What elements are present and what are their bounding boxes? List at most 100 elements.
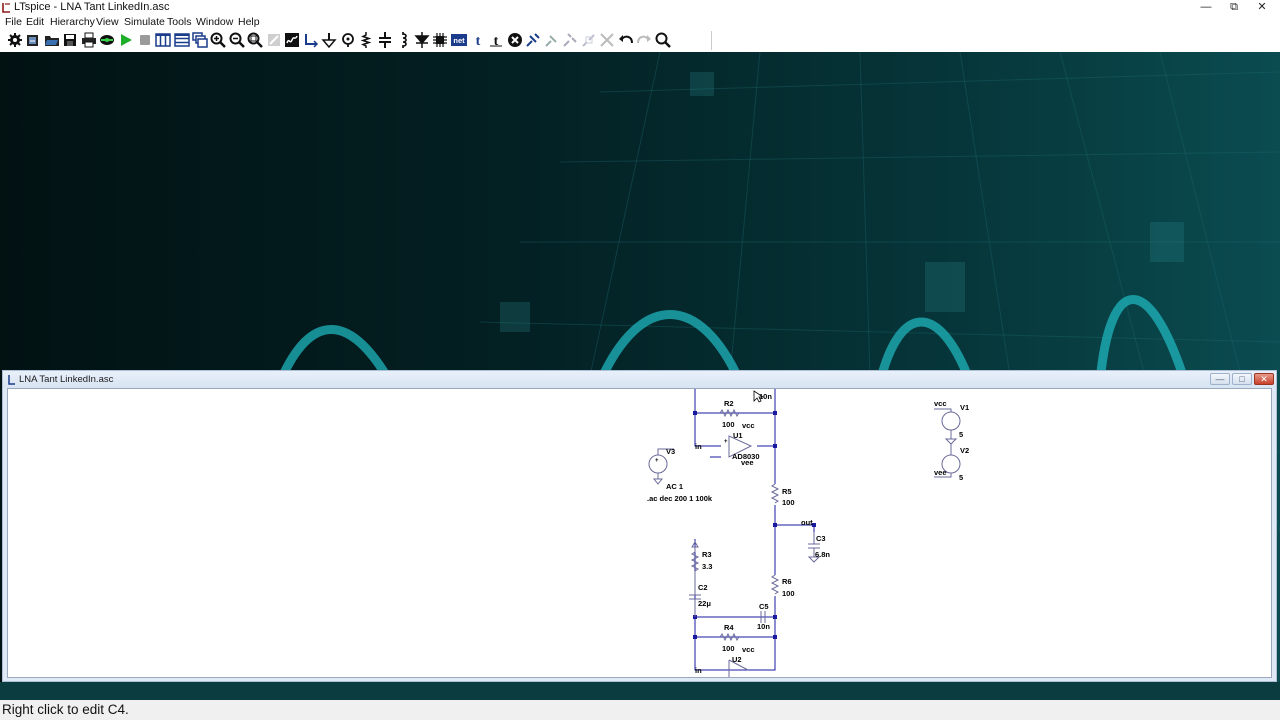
diode-icon[interactable] xyxy=(414,32,430,48)
value-r5[interactable]: 100 xyxy=(782,498,795,507)
autorange-icon[interactable] xyxy=(266,32,282,48)
menu-edit[interactable]: Edit xyxy=(26,16,44,28)
label-r2[interactable]: R2 xyxy=(724,399,734,408)
redo-icon[interactable] xyxy=(636,32,652,48)
capacitor-icon[interactable] xyxy=(377,32,393,48)
net-label-vcc-supply[interactable]: vcc xyxy=(934,399,947,408)
value-v3[interactable]: AC 1 xyxy=(666,482,683,491)
value-c3[interactable]: 6.8n xyxy=(815,550,830,559)
label-r3[interactable]: R3 xyxy=(702,550,712,559)
zoom-out-icon[interactable] xyxy=(229,32,245,48)
ground-icon[interactable] xyxy=(321,32,337,48)
rotate-icon[interactable] xyxy=(562,32,578,48)
component-icon[interactable] xyxy=(432,32,448,48)
value-c5[interactable]: 10n xyxy=(757,622,770,631)
zoom-fit-icon[interactable] xyxy=(247,32,263,48)
drag-icon[interactable] xyxy=(544,32,560,48)
schematic-canvas[interactable]: + + R2 100 vcc U1 in AD8030 vee V3 AC 1 … xyxy=(7,388,1272,678)
net-label-out[interactable]: out xyxy=(801,518,813,527)
label-v2[interactable]: V2 xyxy=(960,446,969,455)
menu-hierarchy[interactable]: Hierarchy xyxy=(50,16,95,28)
resistor-r5[interactable] xyxy=(770,483,780,504)
menu-view[interactable]: View xyxy=(96,16,119,28)
close-button[interactable]: ✕ xyxy=(1248,0,1276,15)
menu-file[interactable]: File xyxy=(5,16,22,28)
control-panel-icon[interactable] xyxy=(7,32,23,48)
cascade-icon[interactable] xyxy=(192,32,208,48)
find-icon[interactable] xyxy=(655,32,671,48)
status-text: Right click to edit C4. xyxy=(2,702,129,717)
restore-button[interactable]: ⧉ xyxy=(1220,0,1248,15)
label-v3[interactable]: V3 xyxy=(666,447,675,456)
menu-help[interactable]: Help xyxy=(238,16,260,28)
net-name-icon[interactable]: net xyxy=(451,32,467,48)
spice-directive-ac[interactable]: .ac dec 200 1 100k xyxy=(647,494,713,503)
mirror-icon[interactable] xyxy=(581,32,597,48)
wire-icon[interactable] xyxy=(303,32,319,48)
net-label-vcc-2[interactable]: vcc xyxy=(742,645,755,654)
play-icon[interactable] xyxy=(118,32,134,48)
wires xyxy=(694,389,815,671)
move-icon[interactable]: t xyxy=(488,32,504,48)
label-r4[interactable]: R4 xyxy=(724,623,734,632)
new-schematic-icon[interactable] xyxy=(25,32,41,48)
net-label-vee[interactable]: vee xyxy=(741,458,754,467)
svg-text:+: + xyxy=(724,439,728,445)
halt-icon[interactable] xyxy=(137,32,153,48)
value-r2[interactable]: 100 xyxy=(722,420,735,429)
menu-window[interactable]: Window xyxy=(196,16,233,28)
circuit-diagram[interactable]: + + R2 100 vcc U1 in AD8030 vee V3 AC 1 … xyxy=(8,389,1272,678)
value-r6[interactable]: 100 xyxy=(782,589,795,598)
label-c2[interactable]: C2 xyxy=(698,583,708,592)
schematic-restore-button[interactable]: □ xyxy=(1232,373,1252,385)
value-v2[interactable]: 5 xyxy=(959,473,963,482)
label-c5[interactable]: C5 xyxy=(759,602,769,611)
label-net-icon[interactable] xyxy=(340,32,356,48)
open-icon[interactable] xyxy=(44,32,60,48)
toolbar-separator xyxy=(711,31,712,50)
schematic-icon xyxy=(8,375,15,385)
value-r3[interactable]: 3.3 xyxy=(702,562,712,571)
label-u1[interactable]: U1 xyxy=(733,431,743,440)
toolbar: net t t xyxy=(0,29,1280,52)
value-r4[interactable]: 100 xyxy=(722,644,735,653)
menu-simulate[interactable]: Simulate xyxy=(124,16,165,28)
label-r5[interactable]: R5 xyxy=(782,487,792,496)
value-c4-partial[interactable]: 10n xyxy=(759,392,772,401)
tile-horizontal-icon[interactable] xyxy=(174,32,190,48)
run-icon[interactable] xyxy=(99,32,115,48)
menu-tools[interactable]: Tools xyxy=(167,16,192,28)
label-u2[interactable]: U2 xyxy=(732,655,742,664)
value-v1[interactable]: 5 xyxy=(959,430,963,439)
schematic-window: LNA Tant LinkedIn.asc — □ ✕ + + R2 100 v… xyxy=(2,370,1277,682)
voltage-source-v1[interactable] xyxy=(934,408,961,445)
schematic-close-button[interactable]: ✕ xyxy=(1254,373,1274,385)
net-label-vcc[interactable]: vcc xyxy=(742,421,755,430)
delete-icon[interactable] xyxy=(507,32,523,48)
save-icon[interactable] xyxy=(62,32,78,48)
label-r6[interactable]: R6 xyxy=(782,577,792,586)
label-c3[interactable]: C3 xyxy=(816,534,826,543)
window-title: LTspice - LNA Tant LinkedIn.asc xyxy=(14,1,170,13)
net-label-vee-supply[interactable]: vee xyxy=(934,468,947,477)
tile-vertical-icon[interactable] xyxy=(155,32,171,48)
net-label-in-2[interactable]: in xyxy=(695,666,702,675)
spice-directive-icon[interactable] xyxy=(284,32,300,48)
schematic-minimize-button[interactable]: — xyxy=(1210,373,1230,385)
schematic-window-titlebar[interactable]: LNA Tant LinkedIn.asc — □ ✕ xyxy=(3,371,1276,388)
status-bar: Right click to edit C4. xyxy=(0,700,1280,720)
value-c2[interactable]: 22μ xyxy=(698,599,711,608)
text-icon[interactable]: t xyxy=(470,32,486,48)
print-icon[interactable] xyxy=(81,32,97,48)
inductor-icon[interactable] xyxy=(395,32,411,48)
resistor-r6[interactable] xyxy=(770,574,780,595)
ltspice-app: LTspice - LNA Tant LinkedIn.asc — ⧉ ✕ Fi… xyxy=(0,0,1280,720)
undo-icon[interactable] xyxy=(618,32,634,48)
minimize-button[interactable]: — xyxy=(1192,0,1220,15)
zoom-in-icon[interactable] xyxy=(210,32,226,48)
resistor-icon[interactable] xyxy=(358,32,374,48)
scissors-icon[interactable] xyxy=(599,32,615,48)
duplicate-icon[interactable] xyxy=(525,32,541,48)
net-label-in[interactable]: in xyxy=(695,442,702,451)
label-v1[interactable]: V1 xyxy=(960,403,969,412)
